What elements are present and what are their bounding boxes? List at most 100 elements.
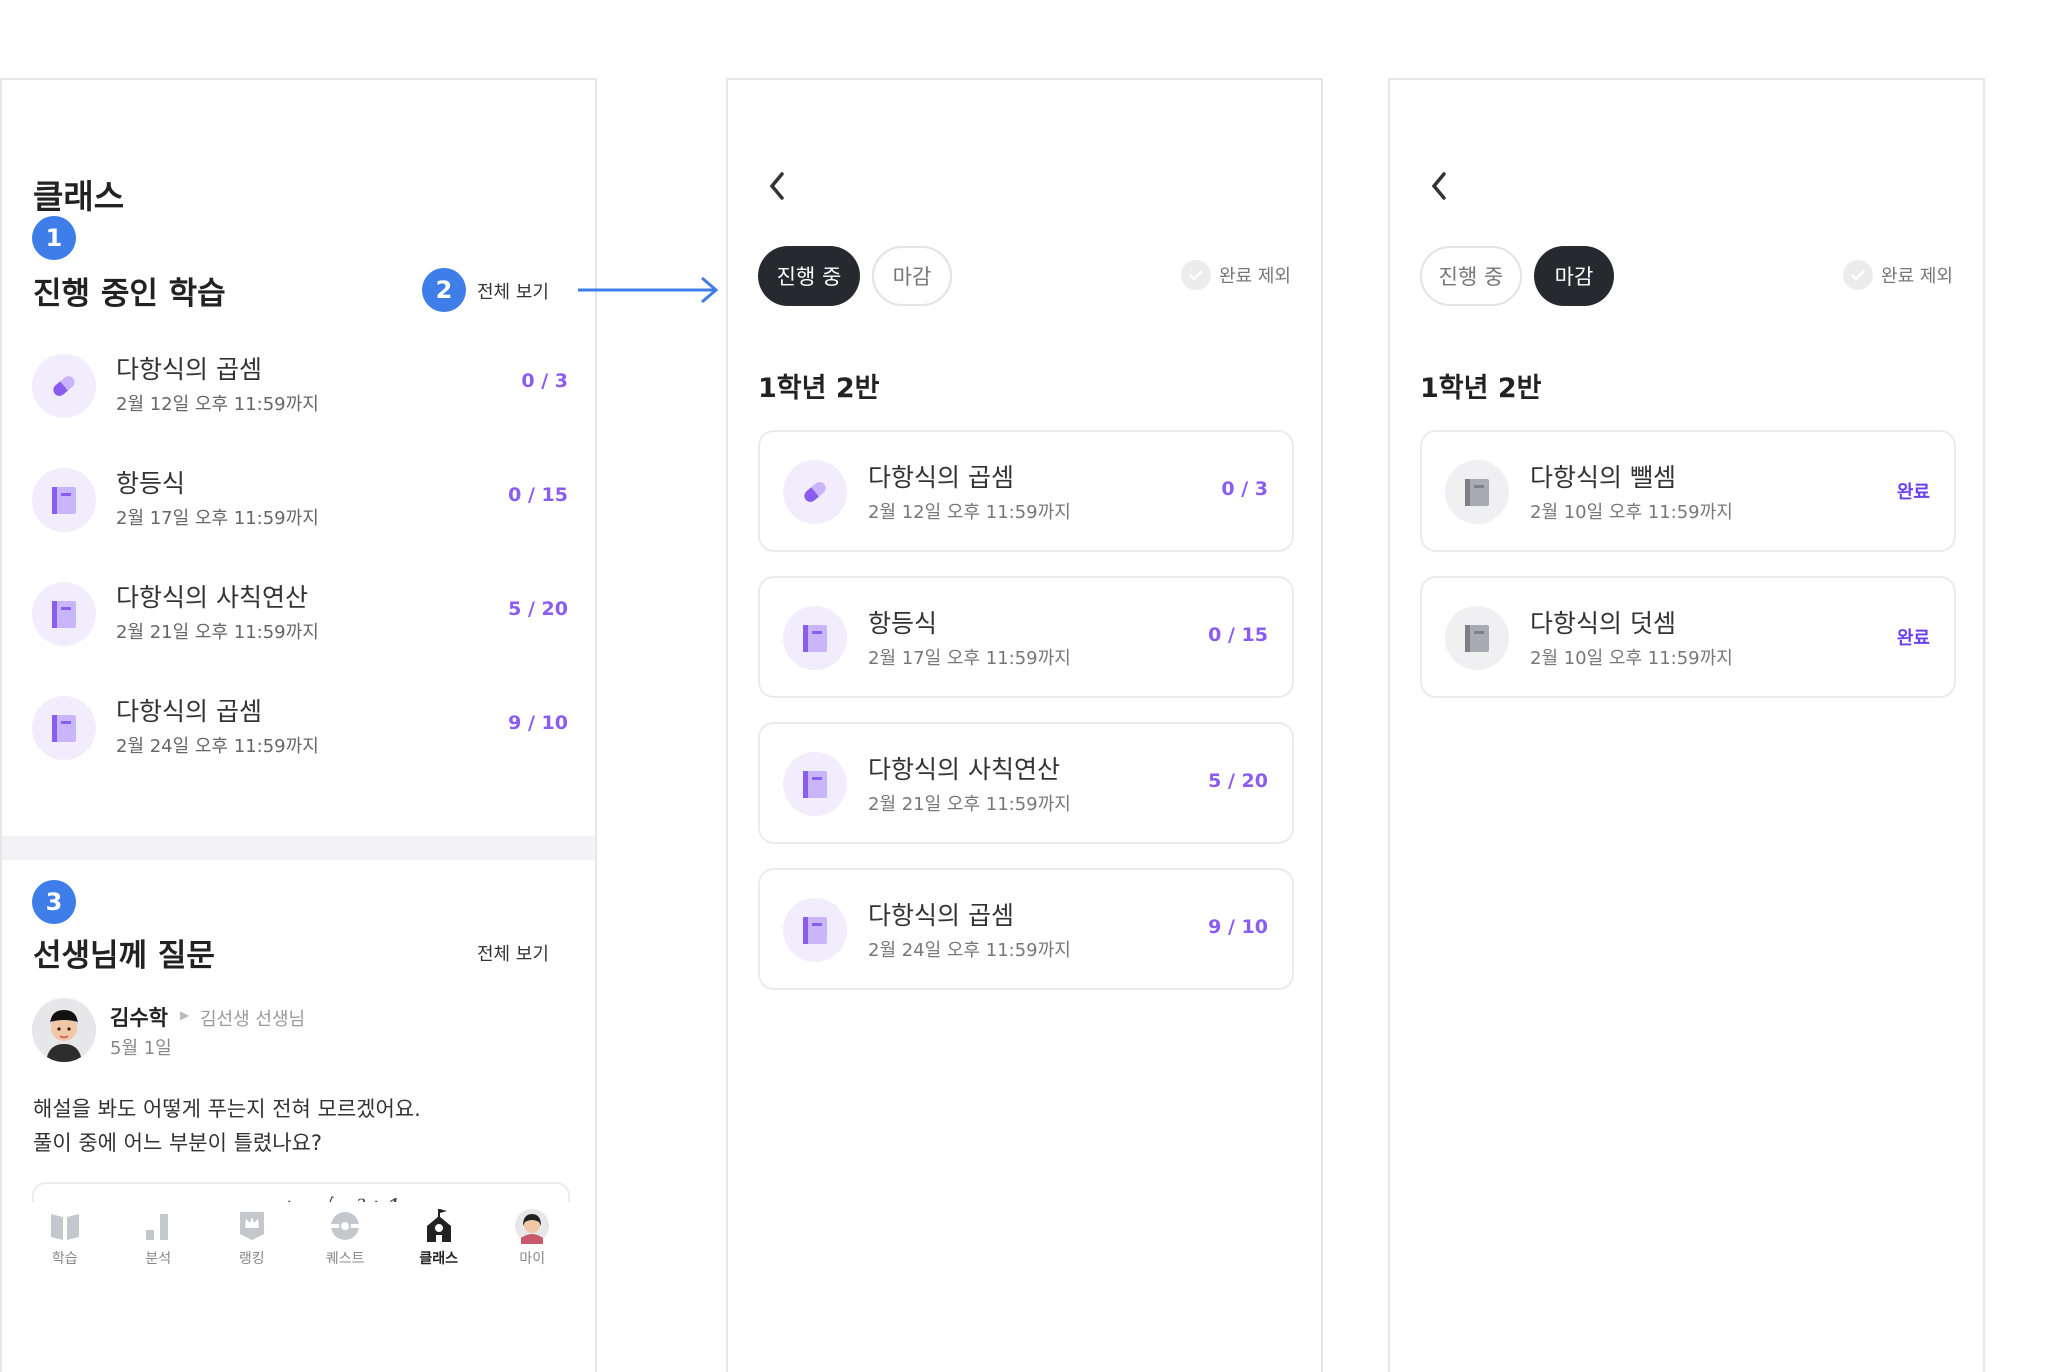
question-author: 김수학 — [110, 1006, 168, 1030]
class-group-title: 1학년 2반 — [1420, 373, 1542, 404]
item-progress: 0 / 15 — [1208, 624, 1268, 646]
item-name: 다항식의 뺄셈 — [1530, 463, 1676, 492]
tab-in-progress[interactable]: 진행 중 — [758, 246, 860, 306]
pill-icon — [32, 354, 96, 422]
question-line-1: 해설을 봐도 어떻게 푸는지 전혀 모르겠어요. — [33, 1097, 421, 1121]
item-progress: 0 / 15 — [508, 484, 568, 506]
item-progress: 5 / 20 — [1208, 770, 1268, 792]
flow-arrow — [578, 276, 719, 304]
item-name: 다항식의 곱셈 — [868, 901, 1014, 930]
item-due: 2월 17일 오후 11:59까지 — [868, 648, 1071, 669]
tab-analysis[interactable]: 분석 — [118, 1208, 198, 1312]
list-item[interactable]: 다항식의 곱셈 2월 24일 오후 11:59까지 9 / 10 — [32, 688, 570, 768]
item-progress: 5 / 20 — [508, 598, 568, 620]
tab-closed[interactable]: 마감 — [1534, 246, 1614, 306]
tab-label: 마이 — [519, 1251, 546, 1267]
check-icon — [1843, 260, 1874, 290]
book-icon — [32, 582, 96, 650]
book-icon — [32, 696, 96, 764]
tab-study[interactable]: 학습 — [25, 1208, 105, 1312]
tab-label: 학습 — [51, 1251, 78, 1267]
item-status: 완료 — [1896, 482, 1930, 503]
item-due: 2월 21일 오후 11:59까지 — [116, 622, 319, 643]
check-icon — [1181, 260, 1212, 290]
assignment-card[interactable]: 다항식의 뺄셈 2월 10일 오후 11:59까지 완료 — [1420, 430, 1956, 552]
book-icon — [783, 752, 847, 820]
item-progress: 0 / 3 — [521, 370, 568, 392]
question-recipient: 김선생 선생님 — [200, 1009, 306, 1030]
back-arrow-icon[interactable] — [1428, 168, 1450, 204]
item-progress: 0 / 3 — [1221, 478, 1268, 500]
item-due: 2월 17일 오후 11:59까지 — [116, 508, 319, 529]
item-name: 항등식 — [116, 469, 186, 498]
tab-label: 클래스 — [419, 1251, 459, 1267]
assignment-card[interactable]: 항등식 2월 17일 오후 11:59까지 0 / 15 — [758, 576, 1294, 698]
item-due: 2월 24일 오후 11:59까지 — [868, 940, 1071, 961]
item-name: 다항식의 사칙연산 — [868, 755, 1060, 784]
exclude-completed-toggle[interactable]: 완료 제외 — [1181, 260, 1291, 290]
school-icon — [426, 1209, 451, 1242]
item-name: 다항식의 곱셈 — [116, 697, 262, 726]
avatar — [32, 998, 96, 1062]
item-due: 2월 10일 오후 11:59까지 — [1530, 648, 1733, 669]
quest-icon — [331, 1212, 360, 1240]
item-progress: 9 / 10 — [1208, 916, 1268, 938]
item-status: 완료 — [1896, 628, 1930, 649]
book-gray-icon — [1445, 460, 1509, 528]
annotation-badge-2: 2 — [422, 268, 466, 312]
item-due: 2월 21일 오후 11:59까지 — [868, 794, 1071, 815]
item-name: 다항식의 곱셈 — [868, 463, 1014, 492]
profile-icon — [515, 1209, 550, 1244]
tab-in-progress[interactable]: 진행 중 — [1420, 246, 1522, 306]
list-item[interactable]: 다항식의 곱셈 2월 12일 오후 11:59까지 0 / 3 — [32, 346, 570, 426]
tab-ranking[interactable]: 랭킹 — [212, 1208, 292, 1312]
assignment-card[interactable]: 다항식의 곱셈 2월 12일 오후 11:59까지 0 / 3 — [758, 430, 1294, 552]
filter-label: 완료 제외 — [1881, 266, 1953, 287]
closed-list-screen: 진행 중 마감 완료 제외 1학년 2반 다항식의 뺄셈 2월 10일 오후 1… — [1388, 78, 1985, 1372]
question-date: 5월 1일 — [110, 1038, 172, 1059]
tab-closed[interactable]: 마감 — [872, 246, 952, 306]
bottom-tab-bar: 학습 분석 랭킹 퀘스트 클래스 마이 — [2, 1202, 595, 1312]
back-arrow-icon[interactable] — [766, 168, 788, 204]
book-gray-icon — [1445, 606, 1509, 674]
exclude-completed-toggle[interactable]: 완료 제외 — [1843, 260, 1953, 290]
tab-label: 랭킹 — [238, 1251, 265, 1267]
in-progress-list-screen: 진행 중 마감 완료 제외 1학년 2반 다항식의 곱셈 2월 12일 오후 1… — [726, 78, 1323, 1372]
item-name: 항등식 — [868, 609, 938, 638]
question-see-all-button[interactable]: 전체 보기 — [477, 940, 549, 966]
item-name: 다항식의 곱셈 — [116, 355, 262, 384]
section-divider — [2, 836, 595, 860]
tab-class[interactable]: 클래스 — [399, 1208, 479, 1312]
assignment-card[interactable]: 다항식의 덧셈 2월 10일 오후 11:59까지 완료 — [1420, 576, 1956, 698]
tab-label: 분석 — [145, 1251, 172, 1267]
book-open-icon — [50, 1214, 79, 1240]
page-title: 클래스 — [33, 177, 125, 216]
class-home-screen: 클래스 1 진행 중인 학습 2 전체 보기 다항식의 곱셈 2월 12일 오후… — [0, 78, 597, 1372]
list-item[interactable]: 항등식 2월 17일 오후 11:59까지 0 / 15 — [32, 460, 570, 540]
caret-right-icon: ▶ — [180, 1008, 190, 1022]
tab-my[interactable]: 마이 — [492, 1208, 572, 1312]
assignment-card[interactable]: 다항식의 곱셈 2월 24일 오후 11:59까지 9 / 10 — [758, 868, 1294, 990]
question-line-2: 풀이 중에 어느 부분이 틀렸나요? — [33, 1131, 323, 1155]
item-due: 2월 10일 오후 11:59까지 — [1530, 502, 1733, 523]
tab-quest[interactable]: 퀘스트 — [305, 1208, 385, 1312]
question-section-title: 선생님께 질문 — [33, 938, 215, 974]
question-body[interactable]: 해설을 봐도 어떻게 푸는지 전혀 모르겠어요. 풀이 중에 어느 부분이 틀렸… — [33, 1092, 573, 1160]
chart-icon — [146, 1214, 169, 1240]
in-progress-title: 진행 중인 학습 — [33, 276, 226, 312]
item-due: 2월 12일 오후 11:59까지 — [116, 394, 319, 415]
crown-icon — [239, 1212, 264, 1240]
book-icon — [783, 606, 847, 674]
filter-label: 완료 제외 — [1219, 266, 1291, 287]
pill-icon — [783, 460, 847, 528]
see-all-button[interactable]: 전체 보기 — [477, 278, 549, 304]
list-item[interactable]: 다항식의 사칙연산 2월 21일 오후 11:59까지 5 / 20 — [32, 574, 570, 654]
item-name: 다항식의 덧셈 — [1530, 609, 1676, 638]
item-due: 2월 12일 오후 11:59까지 — [868, 502, 1071, 523]
item-name: 다항식의 사칙연산 — [116, 583, 308, 612]
annotation-badge-3: 3 — [32, 880, 76, 924]
tab-label: 퀘스트 — [325, 1251, 365, 1267]
item-due: 2월 24일 오후 11:59까지 — [116, 736, 319, 757]
assignment-card[interactable]: 다항식의 사칙연산 2월 21일 오후 11:59까지 5 / 20 — [758, 722, 1294, 844]
annotation-badge-1: 1 — [32, 216, 76, 260]
